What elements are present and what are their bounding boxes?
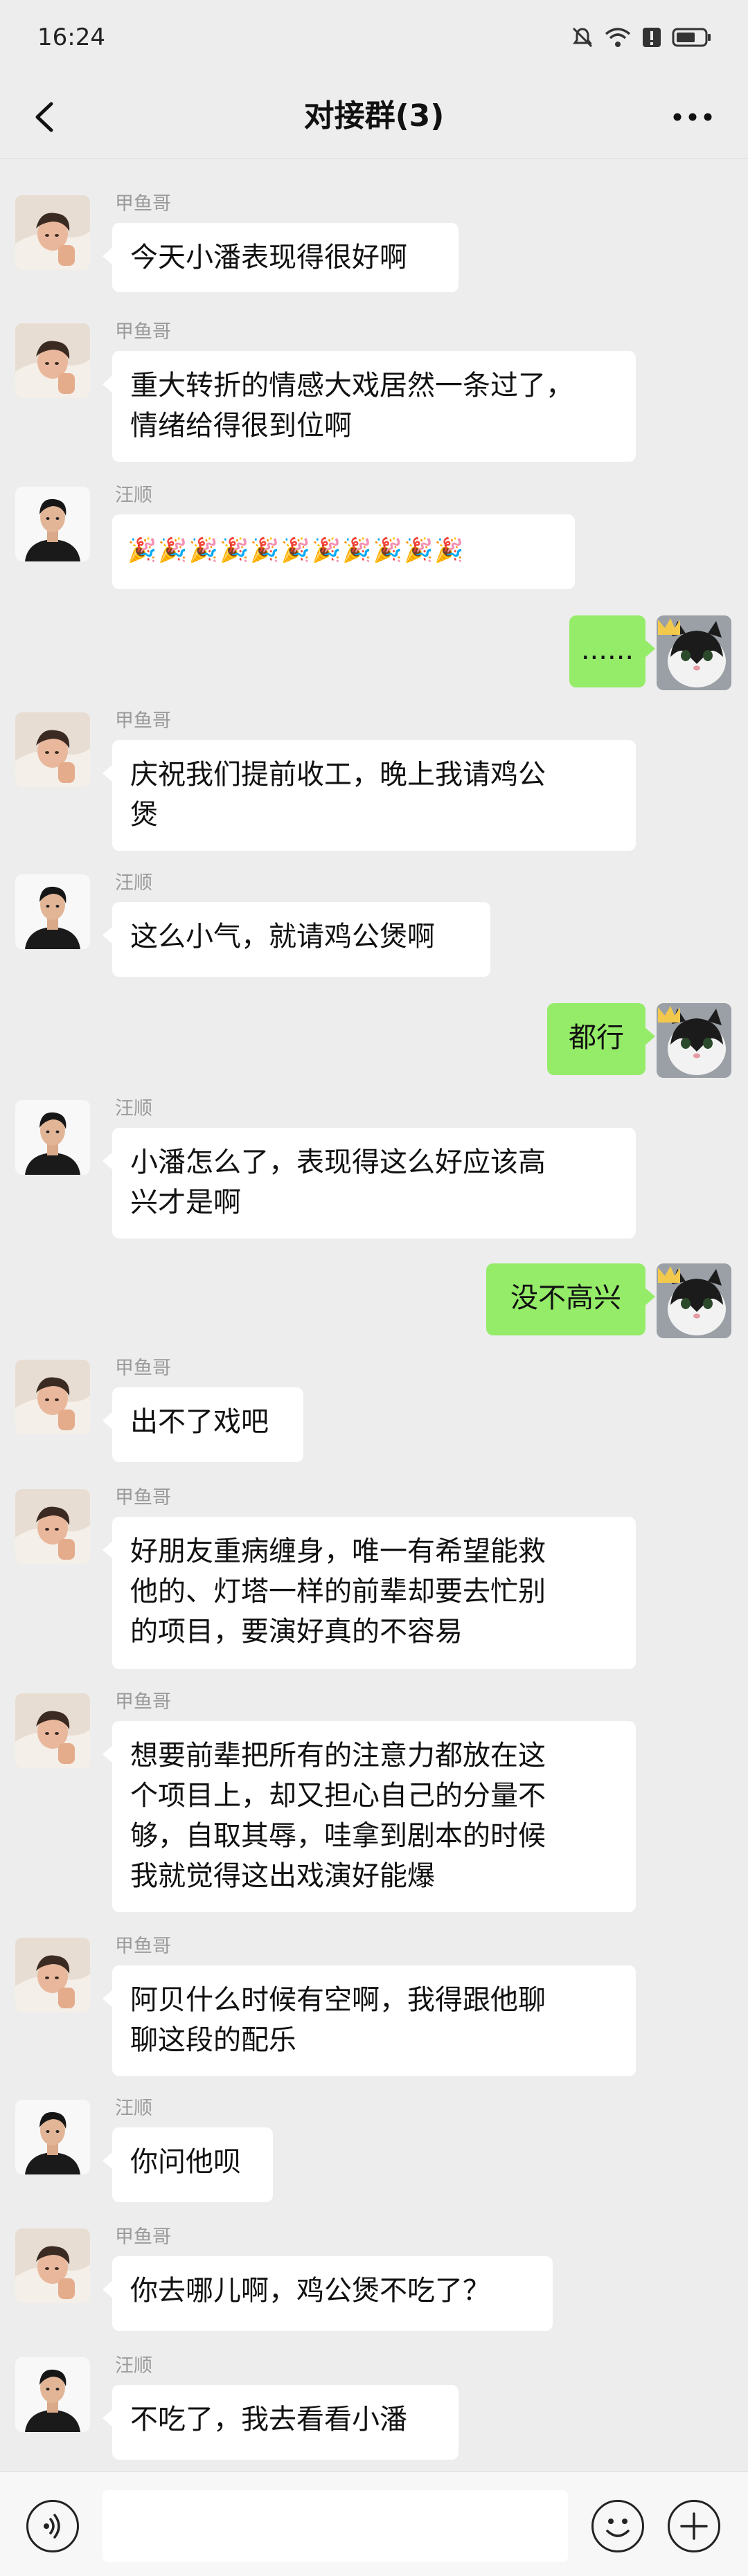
- sender-name: 甲鱼哥: [115, 321, 171, 343]
- message-text: 好朋友重病缠身，唯一有希望能救 他的、灯塔一样的前辈却要去忙别 的项目，要演好真…: [130, 1535, 546, 1648]
- alert-icon: [643, 28, 661, 47]
- message-text: 🎉🎉🎉🎉🎉🎉🎉🎉🎉🎉🎉: [127, 537, 465, 564]
- message-text: ......: [580, 634, 634, 666]
- message-text: 今天小潘表现得很好啊: [130, 242, 407, 273]
- message-text: 不吃了，我去看看小潘: [130, 2404, 407, 2435]
- message-text: 出不了戏吧: [130, 1406, 269, 1438]
- outgoing-bubble[interactable]: ......: [569, 615, 655, 687]
- sender-name: 甲鱼哥: [115, 193, 171, 215]
- mute-icon: [572, 27, 593, 48]
- incoming-bubble[interactable]: 你问他呗: [103, 2127, 273, 2202]
- chat-header: 对接群(3): [0, 76, 748, 159]
- incoming-bubble[interactable]: 🎉🎉🎉🎉🎉🎉🎉🎉🎉🎉🎉: [112, 514, 575, 589]
- message-text: 你问他呗: [130, 2146, 241, 2178]
- incoming-bubble[interactable]: 庆祝我们提前收工，晚上我请鸡公 煲: [103, 740, 636, 851]
- avatar-wangshun[interactable]: [15, 2100, 90, 2174]
- incoming-bubble[interactable]: 不吃了，我去看看小潘: [103, 2385, 458, 2460]
- incoming-bubble[interactable]: 这么小气，就请鸡公煲啊: [103, 902, 490, 977]
- incoming-bubble[interactable]: 今天小潘表现得很好啊: [103, 223, 458, 292]
- incoming-bubble[interactable]: 小潘怎么了，表现得这么好应该高 兴才是啊: [103, 1128, 636, 1239]
- avatar-wangshun[interactable]: [15, 487, 90, 561]
- avatar-jiayuge[interactable]: [15, 1360, 90, 1434]
- avatar-wangshun[interactable]: [15, 874, 90, 949]
- status-icons: [571, 21, 712, 54]
- incoming-bubble[interactable]: 好朋友重病缠身，唯一有希望能救 他的、灯塔一样的前辈却要去忙别 的项目，要演好真…: [103, 1517, 636, 1669]
- incoming-bubble[interactable]: 阿贝什么时候有空啊，我得跟他聊 聊这段的配乐: [103, 1965, 636, 2076]
- status-time: 16:24: [37, 24, 105, 51]
- sender-name: 汪顺: [115, 485, 152, 506]
- emoji-button[interactable]: [591, 2500, 644, 2552]
- avatar-self[interactable]: [657, 615, 731, 690]
- incoming-bubble[interactable]: 你去哪儿啊，鸡公煲不吃了？: [103, 2256, 553, 2331]
- status-bar: 16:24: [0, 0, 748, 76]
- chat-title: 对接群(3): [303, 98, 445, 134]
- avatar-self[interactable]: [657, 1263, 731, 1338]
- message-text: 你去哪儿啊，鸡公煲不吃了？: [130, 2275, 490, 2307]
- avatar-self[interactable]: [657, 1003, 731, 1078]
- message-text: 阿贝什么时候有空啊，我得跟他聊 聊这段的配乐: [130, 1984, 546, 2056]
- sender-name: 汪顺: [115, 1098, 152, 1119]
- message-input[interactable]: [103, 2490, 568, 2562]
- emoji-icon: [606, 2519, 630, 2537]
- avatar-jiayuge[interactable]: [15, 323, 90, 398]
- sender-name: 甲鱼哥: [115, 1936, 171, 1957]
- incoming-bubble[interactable]: 出不了戏吧: [103, 1387, 303, 1462]
- message-text: 没不高兴: [510, 1282, 621, 1314]
- avatar-jiayuge[interactable]: [15, 1693, 90, 1768]
- message-text: 这么小气，就请鸡公煲啊: [130, 921, 435, 953]
- wifi-icon: [605, 28, 631, 47]
- plus-icon: [680, 2512, 708, 2540]
- sender-name: 甲鱼哥: [115, 2226, 171, 2248]
- message-list[interactable]: 甲鱼哥 今天小潘表现得很好啊 甲鱼哥 重大转折的情感大戏居然一条过了， 情绪给得…: [0, 159, 748, 2471]
- sender-name: 甲鱼哥: [115, 1487, 171, 1508]
- message-text: 庆祝我们提前收工，晚上我请鸡公 煲: [130, 759, 546, 831]
- incoming-bubble[interactable]: 想要前辈把所有的注意力都放在这 个项目上，却又担心自己的分量不 够，自取其辱，哇…: [103, 1721, 636, 1912]
- battery-icon: [672, 28, 711, 47]
- avatar-jiayuge[interactable]: [15, 1938, 90, 2012]
- avatar-jiayuge[interactable]: [15, 712, 90, 787]
- plus-button[interactable]: [668, 2500, 720, 2552]
- message-text: 小潘怎么了，表现得这么好应该高 兴才是啊: [130, 1146, 546, 1218]
- outgoing-bubble[interactable]: 都行: [547, 1003, 655, 1075]
- outgoing-bubble[interactable]: 没不高兴: [486, 1263, 655, 1335]
- voice-button[interactable]: [26, 2500, 79, 2552]
- avatar-wangshun[interactable]: [15, 1100, 90, 1175]
- message-text: 都行: [569, 1022, 624, 1054]
- sender-name: 汪顺: [115, 2098, 152, 2119]
- sender-name: 甲鱼哥: [115, 1358, 171, 1379]
- incoming-bubble[interactable]: 重大转折的情感大戏居然一条过了， 情绪给得很到位啊: [103, 351, 636, 462]
- avatar-jiayuge[interactable]: [15, 1489, 90, 1564]
- sender-name: 甲鱼哥: [115, 1691, 171, 1713]
- avatar-wangshun[interactable]: [15, 2357, 90, 2432]
- avatar-jiayuge[interactable]: [15, 2228, 90, 2303]
- avatar-jiayuge[interactable]: [15, 195, 90, 270]
- sender-name: 甲鱼哥: [115, 710, 171, 732]
- sender-name: 汪顺: [115, 2355, 152, 2377]
- sender-name: 汪顺: [115, 872, 152, 894]
- message-text: 重大转折的情感大戏居然一条过了， 情绪给得很到位啊: [130, 370, 573, 442]
- more-button[interactable]: [668, 94, 718, 140]
- voice-icon: [44, 2514, 60, 2539]
- more-dots-icon: [673, 113, 712, 121]
- message-text: 想要前辈把所有的注意力都放在这 个项目上，却又担心自己的分量不 够，自取其辱，哇…: [130, 1740, 546, 1892]
- input-bar: [0, 2471, 748, 2576]
